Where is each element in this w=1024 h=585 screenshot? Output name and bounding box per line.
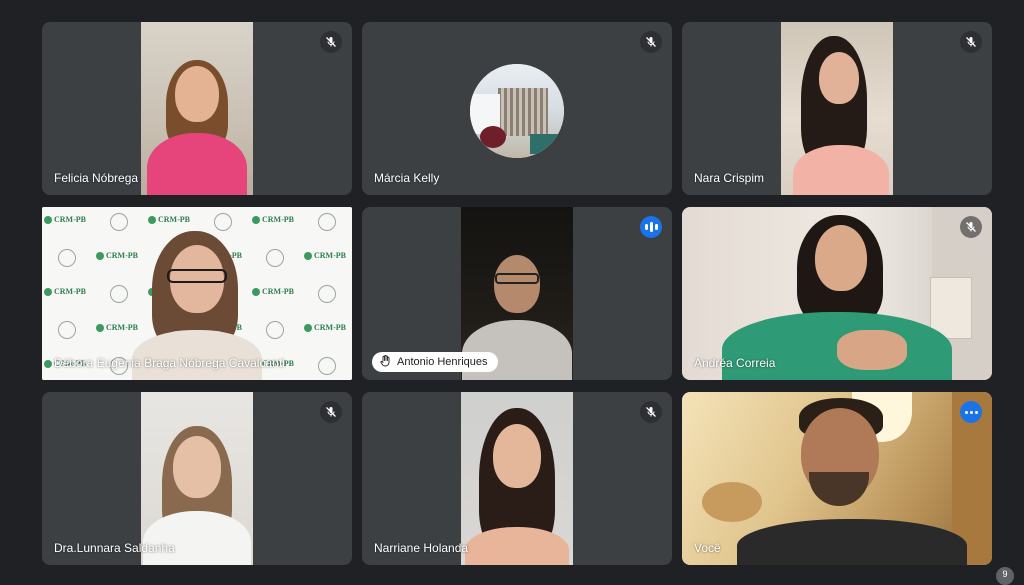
participant-name: Débora Eugênia Braga Nóbrega Cavalcanti (54, 356, 285, 370)
mic-off-icon (640, 401, 662, 423)
participant-name: Você (694, 541, 721, 555)
crm-pb-logo-text: CRM-PB (304, 323, 346, 332)
more-options-icon[interactable] (960, 401, 982, 423)
crm-seal-icon (318, 285, 336, 303)
participant-tile[interactable]: Narriane Holanda (362, 392, 672, 565)
participant-tile[interactable]: CRM-PB CRM-PB CRM-PB CRM-PB CRM-PB CRM-PB CRM-… (42, 207, 352, 380)
audio-level-icon (640, 216, 662, 238)
crm-seal-icon (318, 213, 336, 231)
participant-tile[interactable]: Felicia Nóbrega (42, 22, 352, 195)
participant-name: Felicia Nóbrega (54, 171, 139, 185)
participant-name: Antonio Henriques (397, 356, 488, 368)
participant-name: Narriane Holanda (374, 541, 469, 555)
crm-pb-logo-text: CRM-PB (96, 323, 138, 332)
participant-tile[interactable]: Márcia Kelly (362, 22, 672, 195)
participant-count-badge[interactable]: 9 (996, 567, 1014, 585)
participant-tile[interactable]: Andréa Correia (682, 207, 992, 380)
crm-seal-icon (318, 357, 336, 375)
self-view-tile[interactable]: Você (682, 392, 992, 565)
self-video (682, 392, 992, 565)
participant-tile[interactable]: Dra.Lunnara Saldanha (42, 392, 352, 565)
mic-off-icon (640, 31, 662, 53)
crm-pb-logo-text: CRM-PB (252, 287, 294, 296)
crm-seal-icon (110, 285, 128, 303)
crm-pb-logo-text: CRM-PB (148, 215, 190, 224)
mic-off-icon (320, 401, 342, 423)
participant-tile[interactable]: Nara Crispim (682, 22, 992, 195)
participant-name: Dra.Lunnara Saldanha (54, 541, 175, 555)
participant-avatar (470, 63, 564, 158)
participant-name: Márcia Kelly (374, 171, 440, 185)
participant-tile[interactable]: Antonio Henriques (362, 207, 672, 380)
raised-hand-icon (380, 354, 391, 370)
crm-seal-icon (214, 213, 232, 231)
mic-off-icon (320, 31, 342, 53)
crm-seal-icon (266, 249, 284, 267)
participant-name-pill: Antonio Henriques (372, 352, 498, 372)
crm-pb-logo-text: CRM-PB (44, 287, 86, 296)
participant-video (682, 207, 992, 380)
crm-seal-icon (58, 321, 76, 339)
mic-off-icon (960, 216, 982, 238)
participant-video (781, 22, 893, 195)
crm-seal-icon (266, 321, 284, 339)
crm-seal-icon (110, 213, 128, 231)
crm-seal-icon (58, 249, 76, 267)
participant-grid: Felicia Nóbrega Márcia Kelly Nara Crispi… (42, 22, 992, 565)
crm-pb-logo-text: CRM-PB (304, 251, 346, 260)
participant-video (141, 392, 253, 565)
crm-pb-logo-text: CRM-PB (44, 215, 86, 224)
participant-video (461, 392, 573, 565)
crm-pb-logo-text: CRM-PB (252, 215, 294, 224)
mic-off-icon (960, 31, 982, 53)
participant-name: Nara Crispim (694, 171, 765, 185)
participant-video (141, 22, 253, 195)
participant-name: Andréa Correia (694, 356, 776, 370)
crm-pb-logo-text: CRM-PB (96, 251, 138, 260)
participant-video: CRM-PB CRM-PB CRM-PB CRM-PB CRM-PB CRM-PB CRM-… (42, 207, 352, 380)
